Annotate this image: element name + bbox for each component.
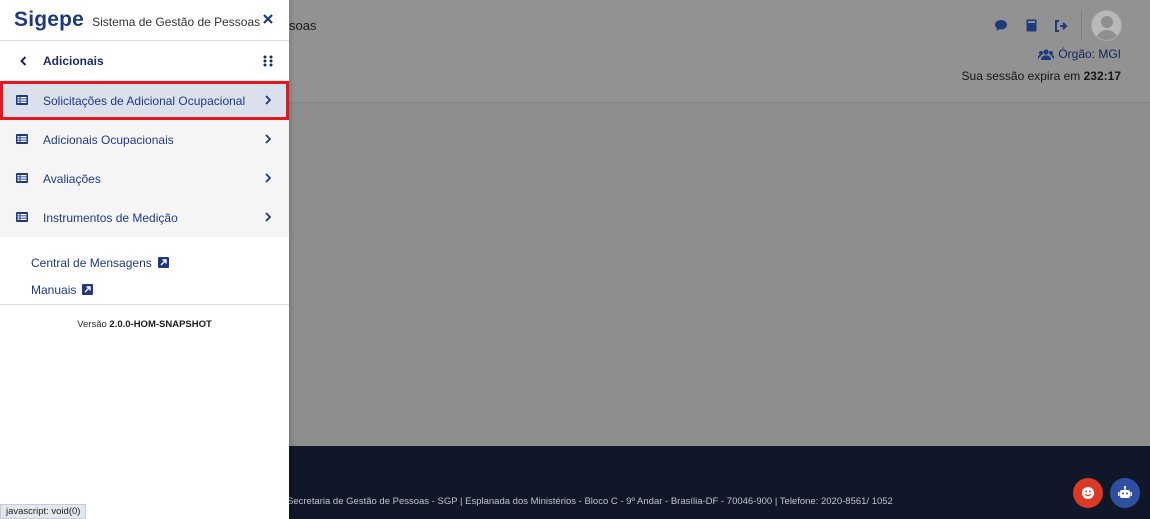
- side-menu: Sigepe Sistema de Gestão de Pessoas Adic…: [0, 0, 289, 519]
- menu-item-instrumentos[interactable]: Instrumentos de Medição: [0, 198, 289, 237]
- browser-status-bar: javascript: void(0): [0, 504, 87, 519]
- version-info: Versão 2.0.0-HOM-SNAPSHOT: [0, 304, 289, 330]
- chat-icon[interactable]: [986, 11, 1016, 41]
- orgao-label[interactable]: Órgão: MGI: [1038, 47, 1121, 61]
- brand-subtitle: Sistema de Gestão de Pessoas: [92, 14, 261, 29]
- menu-item-label: Instrumentos de Medição: [43, 210, 178, 225]
- close-menu-button[interactable]: [260, 11, 276, 27]
- users-icon: [1038, 48, 1055, 60]
- session-prefix: Sua sessão expira em: [961, 69, 1081, 83]
- user-avatar[interactable]: [1091, 10, 1122, 41]
- chevron-right-icon: [265, 95, 271, 105]
- menu-item-avaliacoes[interactable]: Avaliações: [0, 159, 289, 198]
- menu-item-label: Avaliações: [43, 171, 101, 186]
- toolbar-divider: [1081, 10, 1082, 41]
- smile-icon: [1082, 487, 1094, 499]
- chevron-right-icon: [265, 173, 271, 183]
- grid-dots-icon[interactable]: [263, 55, 273, 67]
- orgao-text: Órgão: MGI: [1058, 47, 1121, 61]
- header-toolbar: [986, 10, 1122, 41]
- list-icon: [16, 95, 28, 105]
- version-value: 2.0.0-HOM-SNAPSHOT: [109, 319, 212, 330]
- menu-item-label: Adicionais Ocupacionais: [43, 132, 174, 147]
- list-icon: [16, 134, 28, 144]
- link-label: Central de Mensagens: [31, 255, 152, 270]
- section-title: Adicionais: [43, 53, 104, 68]
- menu-item-label: Solicitações de Adicional Ocupacional: [43, 93, 246, 108]
- list-icon: [16, 212, 28, 222]
- menu-item-solicitacoes[interactable]: Solicitações de Adicional Ocupacional: [0, 81, 289, 120]
- link-label: Manuais: [31, 282, 77, 297]
- chevron-left-icon: [19, 56, 26, 66]
- chevron-right-icon: [265, 212, 271, 222]
- robot-icon: [1118, 486, 1132, 498]
- menu-section-header: Adicionais: [0, 41, 289, 81]
- chatbot-button[interactable]: [1110, 478, 1140, 508]
- close-icon: [263, 14, 273, 24]
- version-prefix: Versão: [77, 319, 107, 330]
- list-icon: [16, 173, 28, 183]
- side-menu-header: Sigepe Sistema de Gestão de Pessoas: [0, 0, 289, 41]
- brand-logo[interactable]: Sigepe: [14, 8, 84, 32]
- footer-address: Secretaria de Gestão de Pessoas - SGP | …: [287, 496, 893, 507]
- link-central-mensagens[interactable]: Central de Mensagens: [0, 249, 289, 276]
- menu-item-adicionais-ocupacionais[interactable]: Adicionais Ocupacionais: [0, 120, 289, 159]
- back-button[interactable]: [17, 54, 29, 68]
- chevron-right-icon: [265, 134, 271, 144]
- external-link-icon: [157, 257, 169, 268]
- session-timer: Sua sessão expira em 232:17: [962, 69, 1121, 83]
- header-app-title: soas: [289, 18, 317, 33]
- external-link-icon: [82, 284, 94, 295]
- session-time: 232:17: [1083, 69, 1121, 83]
- feedback-button[interactable]: [1073, 478, 1103, 508]
- book-icon[interactable]: [1016, 11, 1046, 41]
- logout-icon[interactable]: [1046, 11, 1076, 41]
- menu-list: Solicitações de Adicional Ocupacional Ad…: [0, 81, 289, 237]
- link-manuais[interactable]: Manuais: [0, 276, 289, 303]
- menu-links: Central de Mensagens Manuais: [0, 237, 289, 303]
